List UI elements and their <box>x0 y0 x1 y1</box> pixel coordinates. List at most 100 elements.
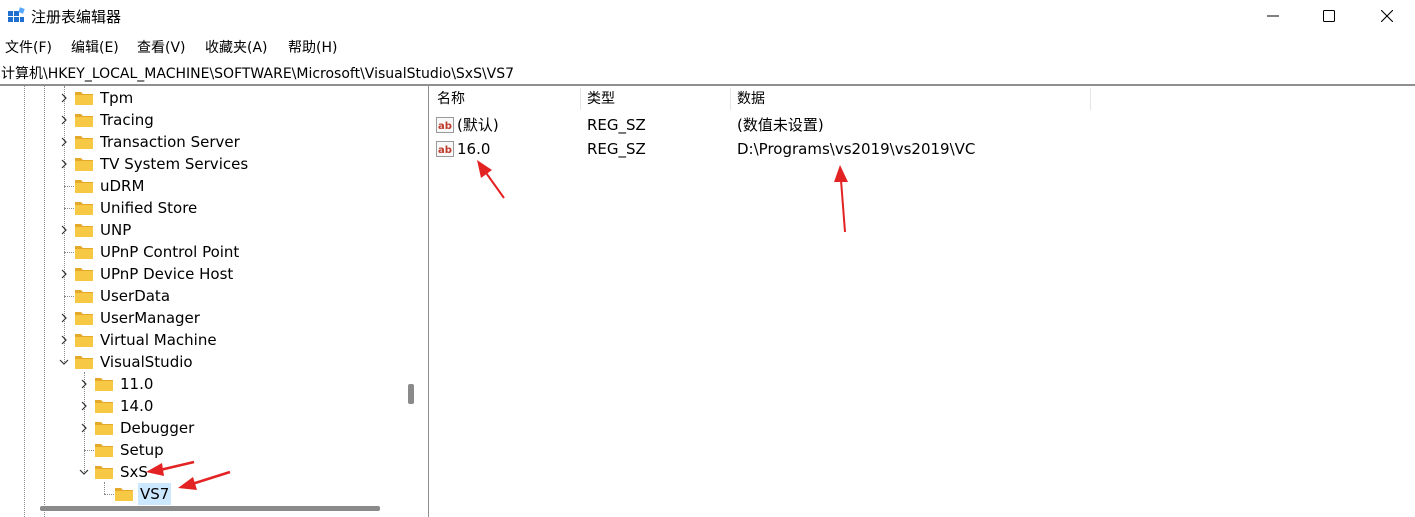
tree-guide-line <box>64 296 74 297</box>
tree-node[interactable]: UPnP Device Host <box>0 263 400 285</box>
folder-icon <box>75 136 93 149</box>
value-type: REG_SZ <box>587 116 646 134</box>
menu-view[interactable]: 查看(V) <box>137 37 186 57</box>
folder-icon <box>75 334 93 347</box>
tree-guide-line <box>64 252 74 253</box>
folder-icon <box>75 92 93 105</box>
tree-node[interactable]: TV System Services <box>0 153 400 175</box>
folder-icon <box>75 114 93 127</box>
chevron-right-icon[interactable] <box>58 219 70 241</box>
tree-guide-line <box>84 450 94 451</box>
tree-node-label: Debugger <box>120 419 195 437</box>
chevron-right-icon[interactable] <box>58 329 70 351</box>
tree-node-label: UPnP Device Host <box>100 265 234 283</box>
column-separator[interactable] <box>1090 88 1091 110</box>
value-type: REG_SZ <box>587 140 646 158</box>
chevron-right-icon[interactable] <box>58 307 70 329</box>
svg-text:ab: ab <box>438 145 452 156</box>
tree-node-label: Tracing <box>100 111 154 129</box>
tree-node[interactable]: VisualStudio <box>0 351 400 373</box>
tree-node[interactable]: UserData <box>0 285 400 307</box>
menu-favorites[interactable]: 收藏夹(A) <box>205 37 268 57</box>
tree-node-label: Transaction Server <box>100 133 240 151</box>
tree-guide-line <box>64 186 74 187</box>
tree-node-label: Tpm <box>100 89 134 107</box>
tree-horizontal-scroll-thumb[interactable] <box>40 506 380 511</box>
tree-node[interactable]: Virtual Machine <box>0 329 400 351</box>
values-list-pane[interactable]: 名称 类型 数据 ab (默认) REG_SZ (数值未设置) ab 16.0 … <box>430 86 1415 517</box>
tree-node-label: Setup <box>120 441 164 459</box>
column-header-type[interactable]: 类型 <box>587 86 615 110</box>
maximize-button[interactable] <box>1300 0 1358 32</box>
chevron-down-icon[interactable] <box>58 351 70 373</box>
chevron-right-icon[interactable] <box>58 87 70 109</box>
folder-icon <box>95 422 113 435</box>
minimize-button[interactable] <box>1244 0 1302 32</box>
folder-icon <box>95 444 113 457</box>
address-bar[interactable]: 计算机\HKEY_LOCAL_MACHINE\SOFTWARE\Microsof… <box>0 60 1415 86</box>
menu-help[interactable]: 帮助(H) <box>288 37 337 57</box>
registry-editor-icon <box>8 7 25 22</box>
tree-node-label: Virtual Machine <box>100 331 217 349</box>
tree-node-label: UNP <box>100 221 132 239</box>
chevron-right-icon[interactable] <box>78 395 90 417</box>
menu-file[interactable]: 文件(F) <box>5 37 52 57</box>
tree-node[interactable]: 14.0 <box>0 395 400 417</box>
chevron-right-icon[interactable] <box>78 373 90 395</box>
column-header-name[interactable]: 名称 <box>437 86 465 110</box>
tree-node-label: VisualStudio <box>100 353 193 371</box>
tree-node[interactable]: Setup <box>0 439 400 461</box>
tree-node-label: TV System Services <box>100 155 249 173</box>
key-tree-pane[interactable]: Tpm Tracing Transaction Server TV System Se… <box>0 86 423 517</box>
folder-icon <box>75 224 93 237</box>
value-name: 16.0 <box>457 140 491 158</box>
tree-node[interactable]: UPnP Control Point <box>0 241 400 263</box>
column-separator[interactable] <box>580 88 581 110</box>
title-bar: 注册表编辑器 <box>0 0 1415 32</box>
tree-guide-line <box>104 494 114 495</box>
pane-splitter[interactable] <box>428 86 429 517</box>
chevron-right-icon[interactable] <box>58 131 70 153</box>
tree-node[interactable]: Transaction Server <box>0 131 400 153</box>
tree-node[interactable]: Tracing <box>0 109 400 131</box>
tree-node[interactable]: 11.0 <box>0 373 400 395</box>
window-title: 注册表编辑器 <box>31 8 122 26</box>
chevron-down-icon[interactable] <box>78 461 90 483</box>
tree-node-label: uDRM <box>100 177 145 195</box>
tree-node[interactable]: UserManager <box>0 307 400 329</box>
tree-node[interactable]: uDRM <box>0 175 400 197</box>
tree-node-label: 14.0 <box>120 397 154 415</box>
close-icon <box>1381 10 1393 22</box>
column-header-data[interactable]: 数据 <box>737 86 765 110</box>
tree-node[interactable]: Tpm <box>0 87 400 109</box>
tree-node[interactable]: Unified Store <box>0 197 400 219</box>
tree-guide-line <box>64 208 74 209</box>
folder-icon <box>95 378 113 391</box>
folder-icon <box>75 312 93 325</box>
folder-icon <box>75 180 93 193</box>
svg-text:ab: ab <box>438 121 452 132</box>
folder-icon <box>115 488 133 501</box>
close-button[interactable] <box>1358 0 1415 32</box>
tree-node[interactable]: VS7 <box>0 483 400 505</box>
chevron-right-icon[interactable] <box>58 109 70 131</box>
column-separator[interactable] <box>730 88 731 110</box>
folder-icon <box>75 202 93 215</box>
folder-icon <box>95 466 113 479</box>
value-name: (默认) <box>457 116 499 134</box>
minimize-icon <box>1267 15 1279 17</box>
tree-node-label: UserManager <box>100 309 200 327</box>
maximize-icon <box>1323 10 1335 22</box>
address-path[interactable]: 计算机\HKEY_LOCAL_MACHINE\SOFTWARE\Microsof… <box>1 63 514 83</box>
chevron-right-icon[interactable] <box>78 417 90 439</box>
chevron-right-icon[interactable] <box>58 153 70 175</box>
value-row[interactable]: ab (默认) REG_SZ (数值未设置) <box>430 113 1415 137</box>
tree-node[interactable]: SxS <box>0 461 400 483</box>
folder-icon <box>75 290 93 303</box>
value-row[interactable]: ab 16.0 REG_SZ D:\Programs\vs2019\vs2019… <box>430 137 1415 161</box>
tree-node[interactable]: Debugger <box>0 417 400 439</box>
tree-vertical-scroll-thumb[interactable] <box>408 384 414 404</box>
tree-node[interactable]: UNP <box>0 219 400 241</box>
menu-edit[interactable]: 编辑(E) <box>71 37 119 57</box>
chevron-right-icon[interactable] <box>58 263 70 285</box>
